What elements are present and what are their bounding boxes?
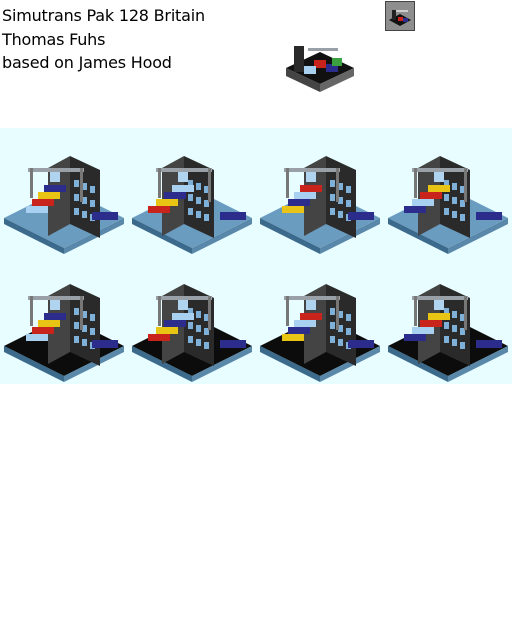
terminal-view-5 bbox=[4, 284, 124, 382]
terminal-view-6 bbox=[132, 284, 252, 382]
credits-panel: Simutrans Pak 128 Britain Thomas Fuhs ba… bbox=[0, 0, 256, 128]
sprite-sheet bbox=[0, 128, 512, 384]
terminal-view-7 bbox=[260, 284, 380, 382]
container-terminal-icon-glyph bbox=[389, 10, 411, 26]
credit-author: Thomas Fuhs bbox=[2, 30, 106, 49]
credit-title: Simutrans Pak 128 Britain bbox=[2, 6, 205, 25]
terminal-view-1 bbox=[4, 156, 124, 254]
terminal-view-2 bbox=[132, 156, 252, 254]
credit-original-author: based on James Hood bbox=[2, 53, 172, 72]
sprite-sheet-canvas bbox=[4, 156, 508, 382]
container-terminal-icon[interactable] bbox=[385, 1, 415, 31]
terminal-view-3 bbox=[260, 156, 380, 254]
terminal-view-8 bbox=[388, 284, 508, 382]
preview-area bbox=[256, 0, 512, 128]
container-terminal-preview bbox=[286, 46, 354, 92]
terminal-view-4 bbox=[388, 156, 508, 254]
